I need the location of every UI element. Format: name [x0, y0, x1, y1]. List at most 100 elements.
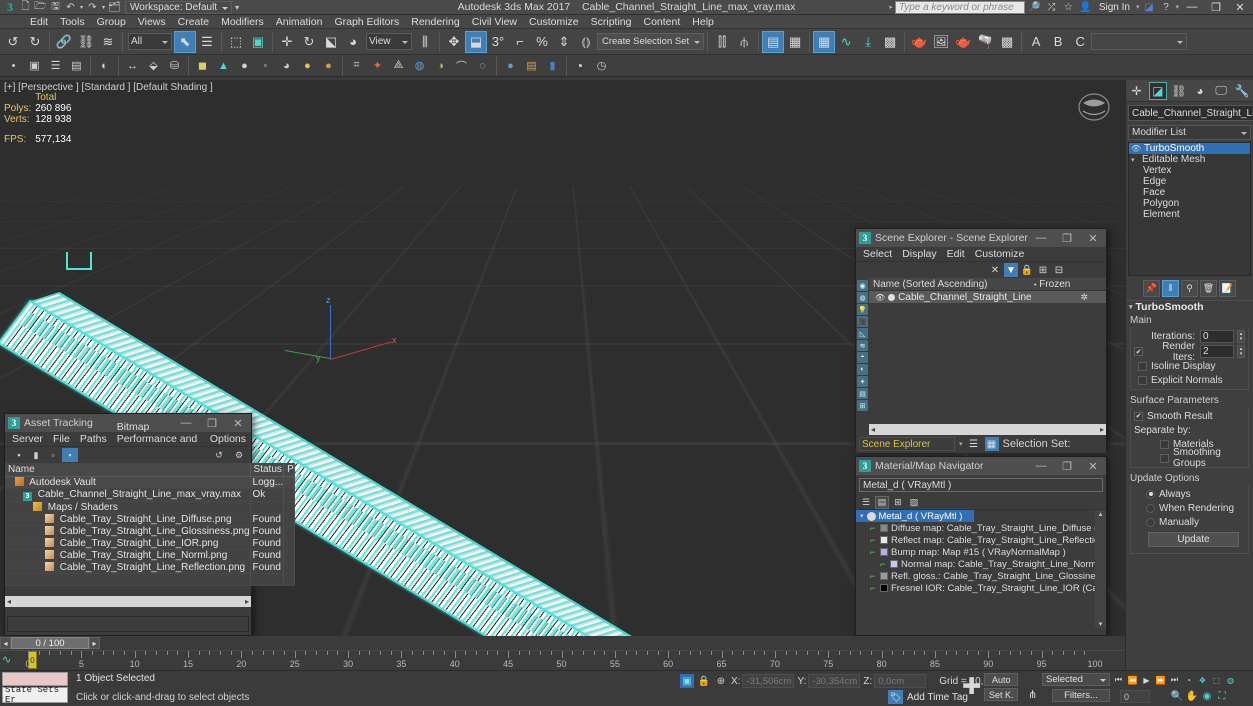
- scene-explorer-maximize[interactable]: ❐: [1054, 229, 1080, 247]
- matnav-list-view-icon[interactable]: ☰: [859, 496, 873, 509]
- undo-dropdown-icon[interactable]: ▾: [78, 1, 85, 14]
- stack-item-turbosmooth[interactable]: 👁 TurboSmooth: [1129, 143, 1250, 154]
- coord-z-value[interactable]: 0,0cm: [874, 674, 927, 688]
- row-visibility-icon[interactable]: 👁: [875, 293, 885, 302]
- ribbon-shade-icon[interactable]: ◑: [430, 56, 451, 75]
- asset-tracking-close[interactable]: ✕: [225, 414, 251, 432]
- ribbon-sphere-icon[interactable]: ●: [234, 56, 255, 75]
- select-and-place-button[interactable]: ◕: [342, 31, 364, 53]
- select-and-manipulate-button[interactable]: ✥: [443, 31, 465, 53]
- column-name[interactable]: Name (Sorted Ascending): [869, 279, 1034, 290]
- row-frozen-icon[interactable]: ✲: [1080, 292, 1088, 303]
- matnav-diffuse-map[interactable]: ⌐ Diffuse map: Cable_Tray_Straight_Line_…: [856, 522, 1106, 534]
- ribbon-dot-icon[interactable]: ◦: [255, 56, 276, 75]
- percent-snap-toggle-button[interactable]: ⌐: [509, 31, 531, 53]
- menu-content[interactable]: Content: [637, 15, 686, 29]
- add-time-tag-area[interactable]: 🏷 Add Time Tag: [888, 690, 968, 704]
- search-input[interactable]: Type a keyword or phrase: [894, 0, 1025, 14]
- select-and-link-button[interactable]: 🔗: [53, 31, 75, 53]
- menu-help[interactable]: Help: [686, 15, 720, 29]
- scroll-left-arrow-icon[interactable]: ◂: [7, 597, 11, 606]
- matnav-close[interactable]: ✕: [1080, 457, 1106, 475]
- expand-arrow-icon[interactable]: ▾: [1131, 156, 1139, 164]
- go-to-start-button[interactable]: ⏮: [1112, 673, 1125, 687]
- ribbon-list2-icon[interactable]: ▤: [66, 56, 87, 75]
- time-slider[interactable]: 0 / 100: [11, 637, 89, 649]
- material-editor-button[interactable]: ▩: [879, 31, 901, 53]
- track-view-curve-icon[interactable]: ∿: [2, 653, 11, 666]
- manually-radio[interactable]: [1146, 517, 1155, 527]
- se-clear-filter-icon[interactable]: ✕: [988, 263, 1002, 277]
- help-dropdown-icon[interactable]: ▾: [1175, 3, 1179, 11]
- menu-group[interactable]: Group: [91, 15, 132, 29]
- add-time-tag-icon[interactable]: 🏷: [888, 690, 903, 704]
- coord-x-value[interactable]: -31,506cm: [742, 674, 795, 688]
- table-row[interactable]: Cable_Tray_Straight_Line_IOR.png Found: [5, 537, 295, 550]
- maxscript-listener-pink[interactable]: [2, 672, 68, 686]
- zoom-extents-button[interactable]: ⬚: [1210, 673, 1223, 687]
- filter-groups-icon[interactable]: ⊞: [857, 400, 868, 411]
- asset-tracking-dialog[interactable]: 3 Asset Tracking — ❐ ✕ Server File Paths…: [4, 413, 295, 636]
- at-menu-options[interactable]: Options: [205, 432, 251, 447]
- autodesk-app-icon[interactable]: ◪: [1141, 1, 1156, 14]
- explicit-normals-checkbox[interactable]: [1138, 375, 1147, 385]
- update-button[interactable]: Update: [1148, 532, 1239, 547]
- at-view-tree-icon[interactable]: ▮: [28, 448, 44, 462]
- rectangular-selection-region-button[interactable]: ⬚: [225, 31, 247, 53]
- sublevel-face[interactable]: Face: [1129, 187, 1250, 198]
- scene-explorer-list[interactable]: Name (Sorted Ascending) • Frozen 👁 Cable…: [869, 278, 1106, 423]
- curve-editor-button[interactable]: ∿: [835, 31, 857, 53]
- footer-dropdown-icon[interactable]: ▾: [959, 440, 963, 448]
- workspace-more-icon[interactable]: ▾: [232, 1, 242, 14]
- redo-button[interactable]: ↻: [24, 31, 46, 53]
- ribbon-blue-icon[interactable]: ●: [500, 56, 521, 75]
- scroll-right-arrow-icon[interactable]: ▸: [1100, 425, 1104, 434]
- scene-explorer-button[interactable]: ▦: [784, 31, 806, 53]
- tab-utilities[interactable]: 🔧: [1233, 82, 1251, 100]
- redo-icon[interactable]: ↷: [85, 1, 100, 14]
- filter-cameras-icon[interactable]: 🎥: [857, 316, 868, 327]
- se-collapse-all-icon[interactable]: ⊟: [1052, 263, 1066, 277]
- menu-scripting[interactable]: Scripting: [585, 15, 638, 29]
- reference-coordinate-system-combo[interactable]: View: [366, 33, 412, 50]
- se-menu-customize[interactable]: Customize: [970, 247, 1030, 262]
- tab-motion[interactable]: ◕: [1191, 82, 1209, 100]
- favorites-star-icon[interactable]: ☆: [1061, 1, 1076, 14]
- ribbon-tool-icon[interactable]: ⬙: [143, 56, 164, 75]
- absolute-relative-mode-icon[interactable]: ⊕: [714, 674, 728, 688]
- ribbon-curve-icon[interactable]: ⌒: [451, 56, 472, 75]
- table-row[interactable]: Cable_Tray_Straight_Line_Glossiness.png …: [5, 525, 295, 538]
- table-row[interactable]: Maps / Shaders: [5, 501, 295, 514]
- matnav-normal-map[interactable]: ⌐ Normal map: Cable_Tray_Straight_Line_N…: [856, 558, 1106, 570]
- signin-dropdown-icon[interactable]: ▾: [1136, 3, 1140, 11]
- filter-lights-icon[interactable]: 💡: [857, 304, 868, 315]
- close-button[interactable]: ✕: [1229, 0, 1251, 15]
- modifier-stack[interactable]: 👁 TurboSmooth ▾ Editable Mesh Vertex Edg…: [1128, 142, 1251, 276]
- smoothing-groups-checkbox[interactable]: [1160, 453, 1169, 463]
- next-frame-button[interactable]: ⏩: [1154, 673, 1167, 687]
- save-file-icon[interactable]: 🖫: [48, 1, 63, 14]
- menu-modifiers[interactable]: Modifiers: [215, 15, 270, 29]
- menu-graph-editors[interactable]: Graph Editors: [328, 15, 405, 29]
- ribbon-point-icon[interactable]: •: [3, 56, 24, 75]
- make-unique-button[interactable]: ⚲: [1181, 279, 1198, 297]
- matnav-expand-icon[interactable]: ▾: [860, 512, 864, 520]
- ribbon-misc-icon[interactable]: ▪: [570, 56, 591, 75]
- timeline-ruler[interactable]: ∿ 0 0 5 10 15 20 25 30 35 40 45 50 55 60 65 70 75 80 85 90…: [0, 650, 1125, 669]
- iterations-spinner-arrows[interactable]: ▴ ▾: [1237, 330, 1245, 343]
- visibility-eye-icon[interactable]: 👁: [1131, 144, 1141, 153]
- toggle-ribbon-button[interactable]: ▦: [813, 30, 836, 53]
- at-menu-server[interactable]: Server: [7, 432, 48, 447]
- remove-modifier-button[interactable]: 🗑: [1200, 279, 1217, 297]
- filter-all-icon[interactable]: ◉: [857, 280, 868, 291]
- se-menu-edit[interactable]: Edit: [942, 247, 970, 262]
- scene-explorer-dialog[interactable]: 3 Scene Explorer - Scene Explorer — ❐ ✕ …: [855, 228, 1107, 453]
- matnav-current-material-field[interactable]: Metal_d ( VRayMtl ): [859, 478, 1103, 492]
- zoom-tool-icon[interactable]: 🔍: [1170, 689, 1184, 703]
- a360-render-c-button[interactable]: C: [1069, 31, 1091, 53]
- layer-explorer-button[interactable]: ▤: [762, 30, 785, 53]
- render-setup-button[interactable]: 🫖: [908, 31, 930, 53]
- project-folder-icon[interactable]: 🗂: [107, 1, 122, 14]
- matnav-bump-map[interactable]: ⌐ Bump map: Map #15 ( VRayNormalMap ): [856, 546, 1106, 558]
- sublevel-element[interactable]: Element: [1129, 209, 1250, 220]
